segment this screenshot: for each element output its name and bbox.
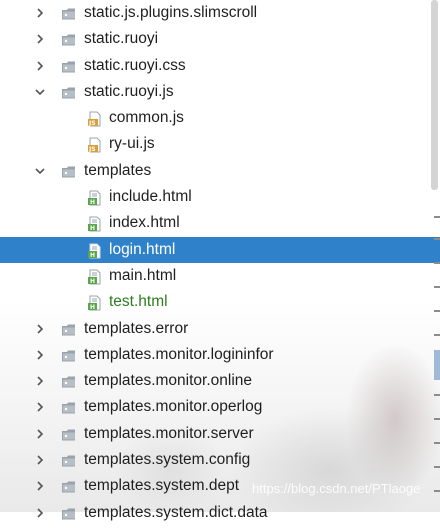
folder-icon	[61, 452, 77, 468]
tree-folder-static-ruoyi[interactable]: static.ruoyi	[0, 26, 440, 52]
gutter-mark	[434, 216, 440, 218]
gutter-mark	[434, 466, 440, 468]
js-file-icon: JS	[87, 136, 103, 153]
folder-icon	[61, 163, 77, 179]
chevron-right-icon[interactable]	[32, 421, 48, 447]
svg-text:H: H	[90, 199, 95, 206]
folder-icon	[61, 373, 77, 389]
tree-folder-templates[interactable]: templates	[0, 158, 440, 184]
tree-item-label: test.html	[109, 293, 168, 311]
html-file-icon: H	[87, 215, 103, 232]
tree-folder-templates-system-config[interactable]: templates.system.config	[0, 447, 440, 473]
chevron-right-icon[interactable]	[32, 316, 48, 342]
tree-item-label: index.html	[109, 214, 180, 232]
tree-file-index-html[interactable]: H index.html	[0, 210, 440, 236]
svg-text:H: H	[90, 252, 95, 259]
chevron-right-icon[interactable]	[32, 500, 48, 526]
tree-folder-templates-monitor-online[interactable]: templates.monitor.online	[0, 368, 440, 394]
vertical-scrollbar[interactable]	[428, 0, 440, 512]
tree-item-label: main.html	[109, 266, 177, 284]
gutter-mark	[434, 286, 440, 288]
svg-text:H: H	[90, 304, 95, 311]
tree-item-label: static.ruoyi.css	[84, 56, 186, 74]
chevron-right-icon[interactable]	[32, 447, 48, 473]
svg-text:H: H	[90, 225, 95, 232]
tree-item-label: templates.system.dept	[84, 477, 240, 495]
tree-item-label: templates.error	[84, 319, 189, 337]
tree-file-main-html[interactable]: H main.html	[0, 263, 440, 289]
tree-item-label: static.ruoyi	[84, 30, 159, 48]
tree-item-label: templates.monitor.operlog	[84, 398, 263, 416]
folder-icon	[61, 347, 77, 363]
tree-file-include-html[interactable]: H include.html	[0, 184, 440, 210]
tree-item-label: templates.monitor.logininfor	[84, 345, 274, 363]
gutter-mark	[434, 394, 440, 396]
tree-file-common-js[interactable]: JS common.js	[0, 105, 440, 131]
tree-file-login-html[interactable]: H login.html	[0, 236, 440, 263]
tree-item-label: static.js.plugins.slimscroll	[84, 4, 258, 21]
gutter-highlight	[434, 350, 440, 380]
svg-text:H: H	[90, 278, 95, 285]
svg-text:JS: JS	[88, 120, 96, 127]
gutter-mark	[434, 442, 440, 444]
gutter-mark	[434, 418, 440, 420]
folder-icon	[61, 505, 77, 521]
watermark-text: https://blog.csdn.net/PTlaoge	[252, 481, 421, 496]
svg-text:JS: JS	[88, 146, 96, 153]
tree-folder-templates-monitor-server[interactable]: templates.monitor.server	[0, 421, 440, 447]
js-file-icon: JS	[87, 110, 103, 127]
folder-icon	[61, 478, 77, 494]
gutter-mark	[434, 334, 440, 336]
tree-folder-templates-error[interactable]: templates.error	[0, 316, 440, 342]
chevron-right-icon[interactable]	[32, 0, 48, 26]
html-file-icon: H	[87, 294, 103, 311]
chevron-right-icon[interactable]	[32, 368, 48, 394]
tree-folder-static-ruoyi-js[interactable]: static.ruoyi.js	[0, 79, 440, 105]
html-file-icon: H	[87, 242, 103, 259]
tree-folder-static-js-plugins-slimscroll[interactable]: static.js.plugins.slimscroll	[0, 0, 440, 26]
chevron-down-icon[interactable]	[32, 158, 48, 184]
chevron-right-icon[interactable]	[32, 394, 48, 420]
tree-item-label: common.js	[109, 109, 184, 127]
tree-item-label: static.ruoyi.js	[84, 82, 174, 100]
tree-folder-templates-system-dict-data[interactable]: templates.system.dict.data	[0, 500, 440, 526]
gutter-mark	[434, 238, 440, 240]
folder-icon	[61, 31, 77, 47]
chevron-down-icon[interactable]	[32, 79, 48, 105]
tree-item-label: templates.system.dict.data	[84, 503, 268, 521]
html-file-icon: H	[87, 189, 103, 206]
tree-folder-templates-monitor-operlog[interactable]: templates.monitor.operlog	[0, 394, 440, 420]
tree-folder-templates-monitor-logininfor[interactable]: templates.monitor.logininfor	[0, 342, 440, 368]
gutter-mark	[434, 490, 440, 492]
tree-folder-static-ruoyi-css[interactable]: static.ruoyi.css	[0, 53, 440, 79]
tree-item-label: templates	[84, 161, 152, 179]
tree-item-label: include.html	[109, 188, 192, 206]
folder-icon	[61, 321, 77, 337]
project-tree: static.js.plugins.slimscroll static.ruoy…	[0, 0, 440, 526]
tree-item-label: ry-ui.js	[109, 135, 155, 153]
tree-item-label: templates.system.config	[84, 451, 251, 469]
chevron-right-icon[interactable]	[32, 473, 48, 499]
html-file-icon: H	[87, 268, 103, 285]
folder-icon	[61, 84, 77, 100]
gutter-mark	[434, 262, 440, 264]
folder-icon	[61, 58, 77, 74]
tree-item-label: templates.monitor.server	[84, 424, 254, 442]
folder-icon	[61, 399, 77, 415]
folder-icon	[61, 426, 77, 442]
gutter-mark	[434, 310, 440, 312]
tree-item-label: login.html	[109, 240, 176, 258]
chevron-right-icon[interactable]	[32, 26, 48, 52]
chevron-right-icon[interactable]	[32, 53, 48, 79]
folder-icon	[61, 5, 77, 21]
tree-file-test-html[interactable]: H test.html	[0, 289, 440, 315]
chevron-right-icon[interactable]	[32, 342, 48, 368]
tree-item-label: templates.monitor.online	[84, 372, 253, 390]
tree-file-ry-ui-js[interactable]: JS ry-ui.js	[0, 131, 440, 157]
scrollbar-thumb[interactable]	[431, 0, 438, 190]
